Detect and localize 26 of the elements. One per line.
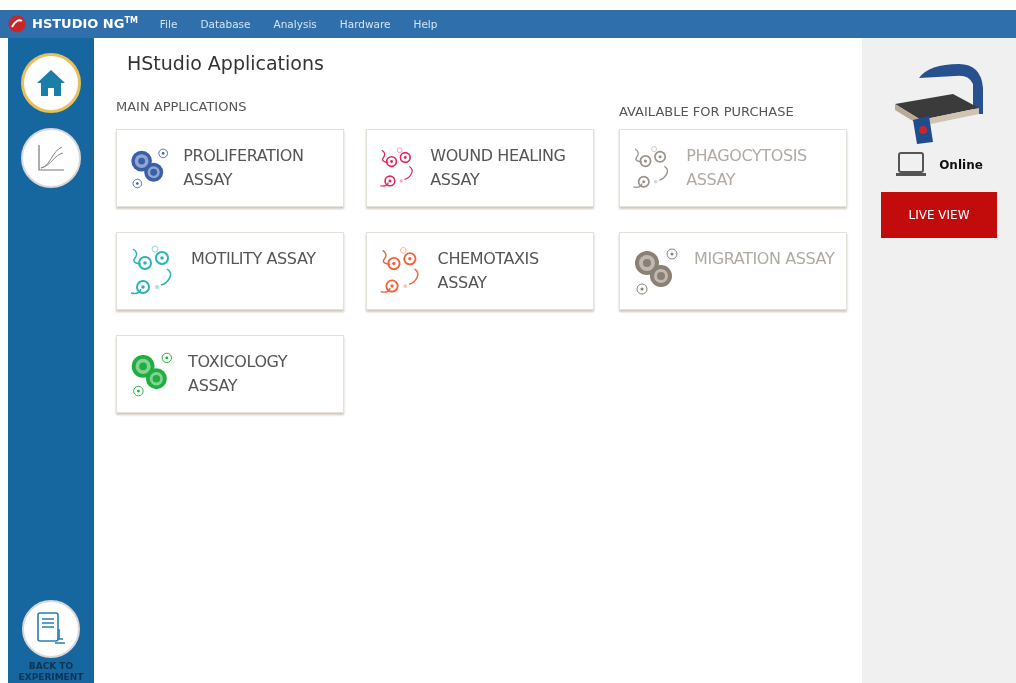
assay-tile[interactable]: PHAGOCYTOSIS ASSAY bbox=[619, 129, 847, 207]
menu-item[interactable]: Hardware bbox=[339, 18, 391, 30]
menu-item[interactable]: Database bbox=[200, 18, 251, 30]
assay-tile[interactable]: MOTILITY ASSAY bbox=[116, 232, 344, 310]
nav-button[interactable] bbox=[21, 128, 81, 188]
menu-item[interactable]: Help bbox=[413, 18, 438, 30]
section-heading: AVAILABLE FOR PURCHASE bbox=[619, 104, 795, 119]
home-icon bbox=[36, 69, 66, 97]
section-heading: MAIN APPLICATIONS bbox=[116, 99, 248, 114]
menu-item[interactable]: File bbox=[159, 18, 178, 30]
connection-status: Online bbox=[939, 158, 983, 172]
nav-button[interactable] bbox=[21, 53, 81, 113]
back-button[interactable] bbox=[22, 600, 80, 658]
app-name: HSTUDIO NG$^{TM}$ bbox=[32, 16, 138, 32]
chart-icon bbox=[36, 143, 66, 173]
page-title: HStudio Applications bbox=[127, 52, 325, 74]
back-label: BACK TO EXPERIMENT bbox=[17, 661, 85, 683]
live-view-button[interactable]: LIVE VIEW bbox=[881, 192, 997, 238]
assay-tile[interactable]: WOUND HEALING ASSAY bbox=[366, 129, 594, 207]
logo-icon bbox=[8, 15, 26, 33]
menu-item[interactable]: Analysis bbox=[273, 18, 317, 30]
laptop-icon bbox=[895, 152, 928, 178]
assay-tile[interactable]: PROLIFERATION ASSAY bbox=[116, 129, 344, 207]
assay-tile[interactable]: MIGRATION ASSAY bbox=[619, 232, 847, 310]
assay-tile[interactable]: TOXICOLOGY ASSAY bbox=[116, 335, 344, 413]
assay-tile[interactable]: CHEMOTAXIS ASSAY bbox=[366, 232, 594, 310]
